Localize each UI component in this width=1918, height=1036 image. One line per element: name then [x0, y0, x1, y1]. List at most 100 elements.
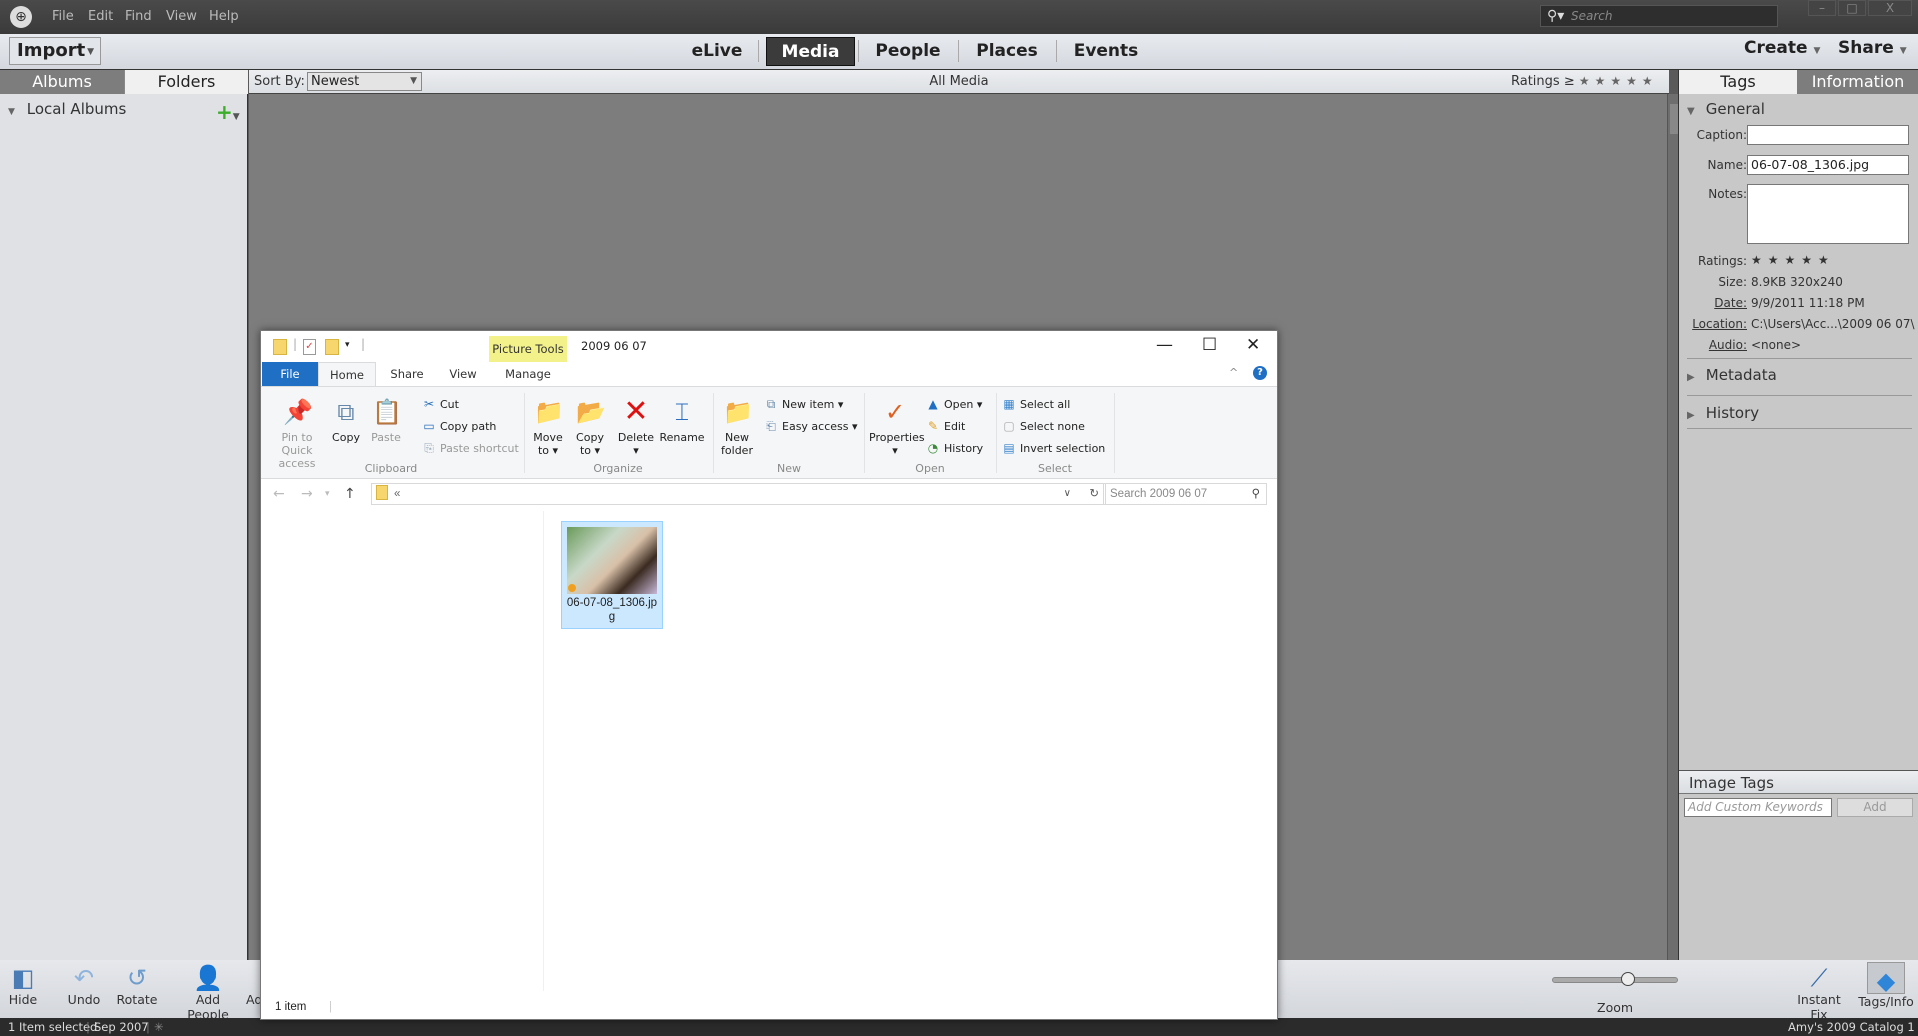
cut-button[interactable]: ✂ Cut [421, 397, 459, 411]
audio-label[interactable]: Audio: [1679, 338, 1747, 352]
add-keyword-button[interactable]: Add [1837, 798, 1913, 817]
tab-tags[interactable]: Tags [1679, 70, 1797, 94]
paste-shortcut-button[interactable]: ⎘ Paste shortcut [421, 441, 519, 456]
explorer-search-input[interactable]: Search 2009 06 07 ⚲ [1103, 483, 1267, 505]
hide-panel-icon: ◧ [11, 964, 35, 992]
import-button[interactable]: Import ▼ [9, 37, 101, 65]
tab-share[interactable]: Share [381, 362, 433, 386]
scroll-thumb[interactable] [1670, 104, 1678, 134]
paste-button[interactable]: 📋 Paste [367, 397, 405, 444]
divider [1687, 395, 1912, 396]
menu-edit[interactable]: Edit [88, 9, 113, 24]
create-button[interactable]: Create ▼ [1744, 38, 1820, 58]
close-button[interactable]: ✕ [1246, 335, 1260, 355]
rename-label: Rename [659, 431, 705, 444]
general-section-header[interactable]: ▼ General [1687, 100, 1765, 118]
menu-file[interactable]: File [52, 9, 74, 24]
customize-qat-icon[interactable]: ▾ [345, 340, 350, 350]
caption-field[interactable] [1747, 125, 1909, 145]
properties-button[interactable]: ✓ Properties ▾ [869, 397, 925, 457]
share-button[interactable]: Share ▼ [1838, 38, 1907, 58]
delete-button[interactable]: ✕ Delete ▾ [616, 397, 656, 458]
instant-fix-button[interactable]: ⟋ Instant Fix [1790, 960, 1848, 1022]
tags-info-button[interactable]: ◆ Tags/Info [1858, 960, 1914, 1009]
metadata-section-header[interactable]: ▶ Metadata [1687, 366, 1777, 384]
ratings-stars[interactable]: ★★★★★ [1579, 74, 1658, 88]
open-button[interactable]: ▲ Open ▾ [925, 397, 982, 411]
minimize-button[interactable]: – [1808, 0, 1836, 16]
new-item-button[interactable]: ⧉ New item ▾ [763, 397, 844, 412]
app-logo-icon[interactable]: ⊕ [10, 6, 32, 28]
rating-stars[interactable]: ★★★★★ [1751, 253, 1835, 267]
tab-places[interactable]: Places [962, 37, 1052, 66]
properties-qat-icon[interactable]: ✓ [303, 339, 316, 355]
refresh-icon[interactable]: ↻ [1089, 484, 1099, 504]
back-button[interactable]: ← [273, 486, 285, 502]
overflow-chevron-icon[interactable]: « [394, 488, 400, 500]
history-label: History [944, 442, 984, 455]
help-icon[interactable]: ? [1253, 366, 1267, 380]
ratings-filter[interactable]: Ratings ≥ ★★★★★ [1511, 74, 1658, 89]
move-to-button[interactable]: 📁 Move to ▾ [529, 397, 567, 457]
ribbon-home: 📌 Pin to Quick access ⧉ Copy 📋 Paste ✂ Cut ▭… [261, 386, 1277, 479]
undo-button[interactable]: ↶ Undo [62, 960, 106, 1007]
select-none-button[interactable]: ▢ Select none [1001, 419, 1085, 433]
copy-path-button[interactable]: ▭ Copy path [421, 419, 496, 433]
zoom-slider[interactable] [1552, 977, 1678, 983]
pin-quick-access-button[interactable]: 📌 Pin to Quick access [267, 397, 327, 470]
group-label-clipboard: Clipboard [364, 462, 418, 475]
tab-media[interactable]: Media [766, 37, 855, 66]
invert-selection-icon: ▤ [1003, 441, 1015, 455]
name-field[interactable]: 06-07-08_1306.jpg [1747, 155, 1909, 175]
tab-elive[interactable]: eLive [680, 37, 754, 66]
tab-manage[interactable]: Manage [489, 362, 567, 386]
maximize-button[interactable]: ☐ [1202, 335, 1217, 355]
recent-locations-button[interactable]: ▾ [325, 489, 330, 499]
rotate-button[interactable]: ↺ Rotate [112, 960, 162, 1007]
tab-view[interactable]: View [437, 362, 489, 386]
maximize-button[interactable]: □ [1838, 0, 1866, 16]
address-dropdown-icon[interactable]: ∨ [1064, 484, 1071, 504]
notes-field[interactable] [1747, 184, 1909, 244]
tab-events[interactable]: Events [1062, 37, 1150, 66]
keywords-input[interactable]: Add Custom Keywords [1684, 798, 1832, 817]
menu-view[interactable]: View [166, 9, 197, 24]
new-folder-button[interactable]: 📁 New folder [717, 397, 757, 457]
new-folder-qat-icon[interactable] [325, 339, 339, 355]
local-albums-header[interactable]: ▼ Local Albums [8, 100, 126, 118]
zoom-slider-handle[interactable] [1621, 972, 1635, 986]
copy-button[interactable]: ⧉ Copy [327, 397, 365, 444]
forward-button[interactable]: → [301, 486, 313, 502]
collapse-ribbon-icon[interactable]: ^ [1229, 366, 1238, 379]
history-section-header[interactable]: ▶ History [1687, 404, 1759, 422]
select-all-button[interactable]: ▦ Select all [1001, 397, 1070, 411]
tab-folders[interactable]: Folders [124, 70, 248, 94]
minimize-button[interactable]: — [1156, 335, 1173, 355]
tab-people[interactable]: People [862, 37, 954, 66]
add-event-button[interactable]: Ad [246, 960, 260, 1007]
catalog-name[interactable]: Amy's 2009 Catalog 1 [1788, 1018, 1915, 1036]
date-label[interactable]: Date: [1679, 296, 1747, 310]
copy-to-button[interactable]: 📂 Copy to ▾ [571, 397, 609, 457]
easy-access-button[interactable]: ⎗ Easy access ▾ [763, 419, 857, 434]
hide-button[interactable]: ◧ Hide [2, 960, 44, 1007]
metadata-title: Metadata [1705, 366, 1777, 384]
tab-information[interactable]: Information [1797, 70, 1918, 94]
rename-button[interactable]: ⌶ Rename [659, 397, 705, 444]
up-button[interactable]: ↑ [344, 486, 356, 502]
add-people-button[interactable]: 👤 Add People [174, 960, 242, 1022]
edit-button[interactable]: ✎ Edit [925, 419, 965, 433]
tab-home[interactable]: Home [318, 362, 376, 386]
file-item[interactable]: 06-07-08_1306.jpg [561, 521, 663, 629]
tab-file[interactable]: File [262, 362, 318, 386]
close-button[interactable]: X [1868, 0, 1912, 16]
location-label[interactable]: Location: [1679, 317, 1747, 331]
invert-selection-button[interactable]: ▤ Invert selection [1001, 441, 1105, 455]
history-button[interactable]: ◔ History [925, 441, 983, 455]
add-album-button[interactable]: +▼ [216, 100, 240, 124]
tab-albums[interactable]: Albums [0, 70, 124, 94]
address-bar[interactable]: « ∨ ↻ [371, 483, 1106, 505]
menu-find[interactable]: Find [125, 9, 152, 24]
search-input[interactable]: ⚲▾ Search [1540, 5, 1778, 27]
menu-help[interactable]: Help [209, 9, 239, 24]
